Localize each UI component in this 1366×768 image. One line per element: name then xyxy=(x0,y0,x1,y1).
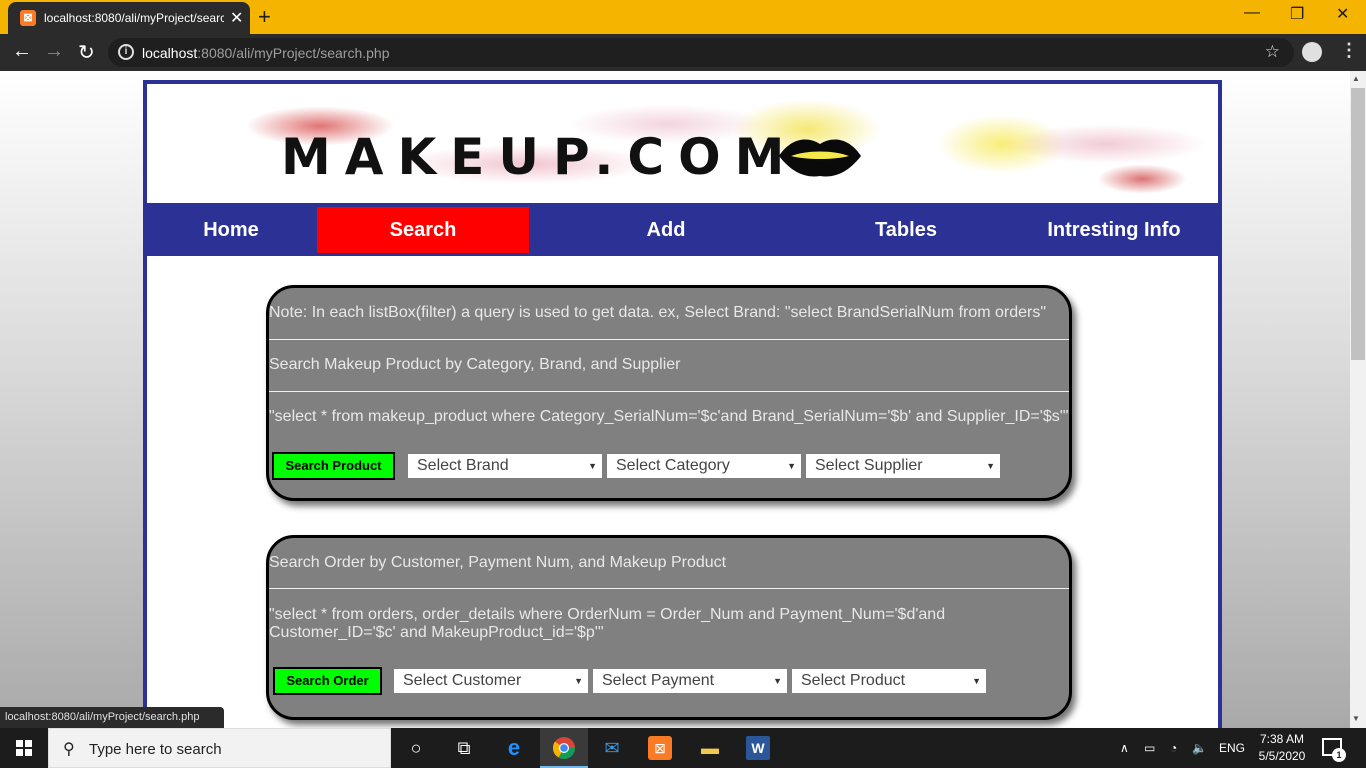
dropdown-caret-icon: ▼ xyxy=(986,461,995,471)
divider xyxy=(269,588,1069,589)
search-product-panel: Note: In each listBox(filter) a query is… xyxy=(266,285,1072,501)
select-payment-dropdown[interactable]: Select Payment ▼ xyxy=(593,669,787,693)
select-brand-dropdown[interactable]: Select Brand ▼ xyxy=(408,454,602,478)
cortana-icon[interactable]: ○ xyxy=(402,734,430,762)
divider xyxy=(269,339,1069,340)
new-tab-button[interactable]: + xyxy=(258,4,271,30)
browser-titlebar: ⊠ localhost:8080/ali/myProject/search.ph… xyxy=(0,0,1366,34)
clock-date: 5/5/2020 xyxy=(1258,749,1306,763)
xampp-icon: ⊠ xyxy=(20,10,36,26)
main-nav: Home Search Add Tables Intresting Info xyxy=(147,203,1218,256)
page-viewport: MAKEUP.COM Home Search Add Tables Intres… xyxy=(0,71,1350,728)
order-panel-heading: Search Order by Customer, Payment Num, a… xyxy=(269,554,727,571)
bookmark-star-icon[interactable]: ☆ xyxy=(1265,42,1280,62)
browser-menu-icon[interactable]: ⋮ xyxy=(1340,40,1358,61)
notification-count-badge: 1 xyxy=(1332,748,1346,762)
taskbar-search-placeholder: Type here to search xyxy=(89,741,222,758)
profile-avatar-icon[interactable] xyxy=(1302,42,1322,62)
search-order-button[interactable]: Search Order xyxy=(273,667,382,695)
select-customer-dropdown[interactable]: Select Customer ▼ xyxy=(394,669,588,693)
reload-icon[interactable]: ↻ xyxy=(78,40,95,65)
info-icon[interactable]: i xyxy=(118,44,134,60)
minimize-icon[interactable]: — xyxy=(1244,4,1260,22)
browser-tab[interactable]: ⊠ localhost:8080/ali/myProject/search.ph… xyxy=(8,2,250,34)
url-text[interactable]: localhost:8080/ali/myProject/search.php xyxy=(142,45,389,61)
product-panel-heading: Search Makeup Product by Category, Brand… xyxy=(269,356,681,373)
task-view-icon[interactable]: ⧉ xyxy=(450,734,478,762)
word-icon[interactable]: W xyxy=(746,736,770,760)
close-window-icon[interactable]: ✕ xyxy=(1336,4,1349,24)
select-category-dropdown[interactable]: Select Category ▼ xyxy=(607,454,801,478)
scrollbar-thumb[interactable] xyxy=(1351,88,1365,360)
search-product-button[interactable]: Search Product xyxy=(272,452,395,480)
browser-toolbar: ← → ↻ i localhost:8080/ali/myProject/sea… xyxy=(0,34,1366,71)
language-indicator[interactable]: ENG xyxy=(1219,741,1245,755)
site-banner: MAKEUP.COM xyxy=(147,84,1218,203)
search-order-panel: Search Order by Customer, Payment Num, a… xyxy=(266,535,1072,720)
file-explorer-icon[interactable]: ▬ xyxy=(696,734,724,762)
dropdown-caret-icon: ▼ xyxy=(588,461,597,471)
lips-icon xyxy=(779,139,861,177)
edge-browser-icon[interactable]: e xyxy=(500,734,528,762)
order-query-line-2: Customer_ID='$c' and MakeupProduct_id='$… xyxy=(269,624,604,641)
taskbar-clock[interactable]: 7:38 AM 5/5/2020 xyxy=(1256,731,1308,765)
search-icon: ⚲ xyxy=(63,741,75,758)
battery-icon[interactable]: ▭ xyxy=(1144,741,1155,755)
scroll-down-arrow-icon[interactable]: ▼ xyxy=(1352,714,1360,723)
mail-icon[interactable]: ✉ xyxy=(598,734,626,762)
dropdown-caret-icon: ▼ xyxy=(574,676,583,686)
nav-add[interactable]: Add xyxy=(557,207,775,253)
clock-time: 7:38 AM xyxy=(1259,732,1305,746)
query-note: Note: In each listBox(filter) a query is… xyxy=(269,304,1047,321)
product-query-text: "select * from makeup_product where Cate… xyxy=(269,408,1069,425)
nav-search[interactable]: Search xyxy=(317,207,529,253)
select-supplier-dropdown[interactable]: Select Supplier ▼ xyxy=(806,454,1000,478)
nav-tables[interactable]: Tables xyxy=(797,207,1015,253)
scroll-up-arrow-icon[interactable]: ▲ xyxy=(1352,74,1360,83)
site-logo: MAKEUP.COM xyxy=(281,128,799,186)
taskbar-search-box[interactable]: ⚲ Type here to search xyxy=(48,728,391,768)
nav-home[interactable]: Home xyxy=(147,207,315,253)
windows-start-icon[interactable] xyxy=(16,740,32,756)
chrome-icon xyxy=(552,737,575,759)
tab-title: localhost:8080/ali/myProject/search.php xyxy=(44,11,224,25)
dropdown-caret-icon: ▼ xyxy=(773,676,782,686)
forward-arrow-icon[interactable]: → xyxy=(44,40,64,63)
windows-taskbar: ⚲ Type here to search ○ ⧉ e ✉ ⊠ ▬ W ∧ ▭ … xyxy=(0,728,1366,768)
nav-intresting-info[interactable]: Intresting Info xyxy=(1027,207,1201,253)
wifi-icon[interactable]: ◔ xyxy=(1170,741,1177,755)
xampp-taskbar-icon[interactable]: ⊠ xyxy=(648,736,672,760)
site-container: MAKEUP.COM Home Search Add Tables Intres… xyxy=(143,80,1222,728)
dropdown-caret-icon: ▼ xyxy=(787,461,796,471)
status-bar-url: localhost:8080/ali/myProject/search.php xyxy=(0,707,224,728)
select-product-dropdown[interactable]: Select Product ▼ xyxy=(792,669,986,693)
show-hidden-icons-chevron-icon[interactable]: ∧ xyxy=(1120,741,1129,755)
order-query-line-1: "select * from orders, order_details whe… xyxy=(269,606,946,623)
close-tab-icon[interactable]: ✕ xyxy=(230,8,243,28)
volume-icon[interactable]: 🔈 xyxy=(1192,741,1207,755)
restore-icon[interactable]: ❐ xyxy=(1290,4,1304,24)
dropdown-caret-icon: ▼ xyxy=(972,676,981,686)
back-arrow-icon[interactable]: ← xyxy=(12,40,32,63)
address-bar[interactable]: i localhost:8080/ali/myProject/search.ph… xyxy=(108,38,1294,67)
divider xyxy=(269,391,1069,392)
